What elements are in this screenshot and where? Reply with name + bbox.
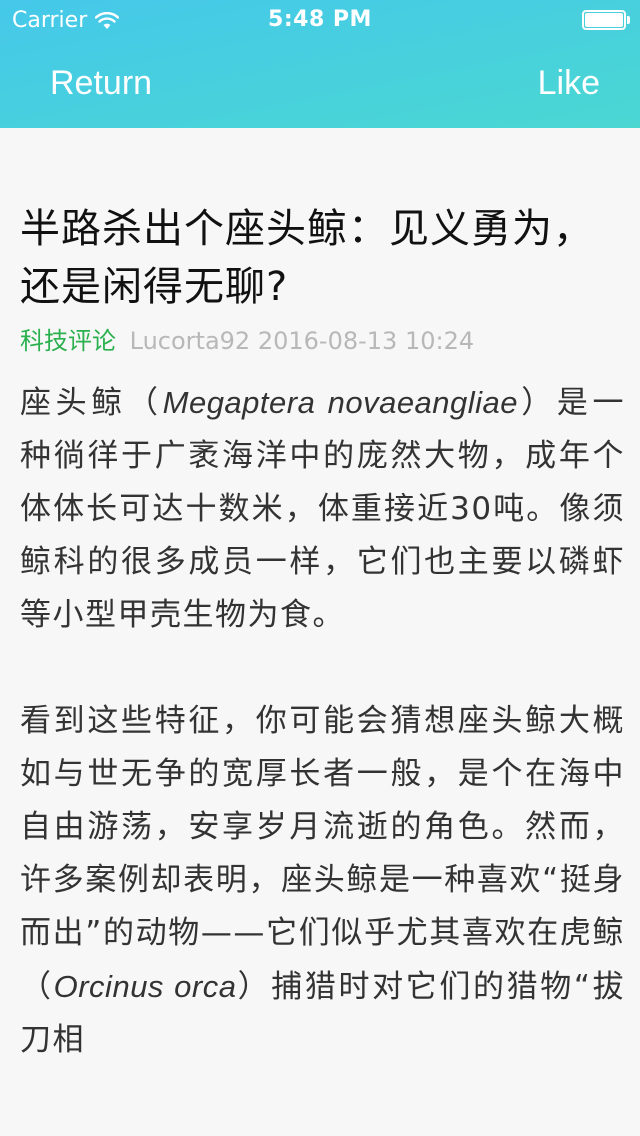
publish-datetime: 2016-08-13 10:24 bbox=[257, 327, 475, 355]
p1-latin-name: Megaptera novaeangliae bbox=[162, 385, 519, 420]
status-bar: Carrier 5:48 PM bbox=[0, 0, 640, 40]
navigation-header: Carrier 5:48 PM Return Like bbox=[0, 0, 640, 128]
p1-text-end: ）是一种徜徉于广袤海洋中的庞然大物，成年个体体长可达十数米，体重接近30吨。像须… bbox=[20, 385, 626, 633]
p2-latin-name: Orcinus orca bbox=[53, 969, 237, 1004]
article-body: 半路杀出个座头鲸：见义勇为，还是闲得无聊? 科技评论 Lucorta92 201… bbox=[20, 200, 625, 1067]
status-time: 5:48 PM bbox=[268, 7, 372, 32]
article-title: 半路杀出个座头鲸：见义勇为，还是闲得无聊? bbox=[20, 206, 594, 310]
p2-text-start: 看到这些特征，你可能会猜想座头鲸大概如与世无争的宽厚长者一般，是个在海中自由游荡… bbox=[20, 703, 625, 1005]
p1-text-start: 座头鲸（ bbox=[20, 385, 163, 421]
return-button[interactable]: Return bbox=[50, 64, 152, 103]
article-meta: 科技评论 Lucorta92 2016-08-13 10:24 bbox=[20, 326, 625, 356]
paragraph-2: 看到这些特征，你可能会猜想座头鲸大概如与世无争的宽厚长者一般，是个在海中自由游荡… bbox=[20, 695, 625, 1067]
category-link[interactable]: 科技评论 bbox=[20, 327, 116, 355]
like-button[interactable]: Like bbox=[538, 64, 600, 103]
author-name: Lucorta92 bbox=[129, 327, 251, 355]
paragraph-1: 座头鲸（Megaptera novaeangliae）是一种徜徉于广袤海洋中的庞… bbox=[20, 376, 625, 642]
battery-icon bbox=[582, 10, 630, 30]
